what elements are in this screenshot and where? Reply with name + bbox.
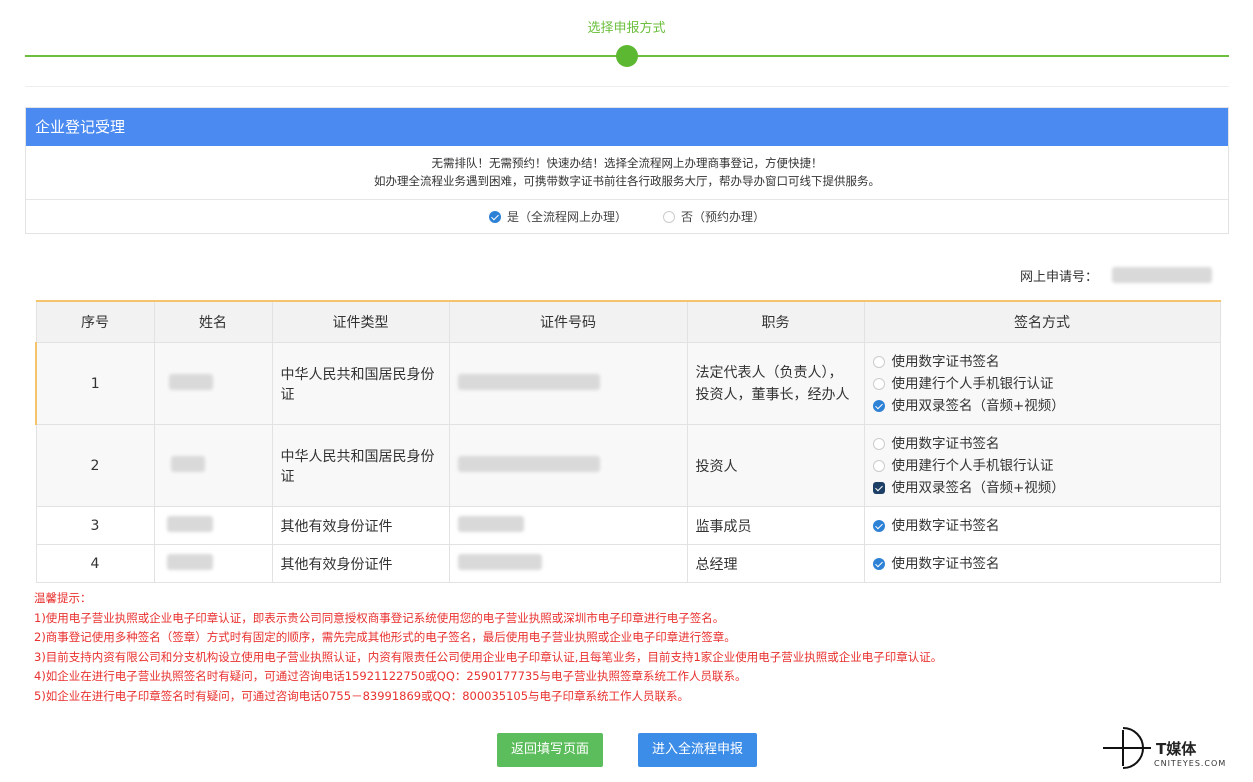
radio-unchecked-icon (663, 210, 675, 223)
step-dot[interactable] (616, 45, 638, 67)
radio-unchecked-icon (872, 377, 885, 390)
tips-box: 温馨提示： 1)使用电子营业执照或企业电子印章认证，即表示贵公司同意授权商事登记… (34, 589, 942, 706)
watermark-logo: T媒体 CNITEYES.COM (1103, 722, 1248, 777)
row-id-type: 其他有效身份证件 (271, 544, 450, 583)
row-sign-method: 使用数字证书签名 使用建行个人手机银行认证 使用双录签名（音频+视频） (863, 424, 1221, 507)
row-sign-method: 使用数字证书签名 (863, 544, 1221, 583)
radio-label: 是（全流程网上办理） (506, 210, 627, 224)
radio-unchecked-icon (872, 459, 885, 472)
sign-label: 使用建行个人手机银行认证 (891, 375, 1054, 392)
row-id-number (448, 342, 688, 425)
tip-line: 3)目前支持内资有限公司和分支机构设立使用电子营业执照认证，内资有限责任公司使用… (34, 649, 943, 664)
name-redacted (170, 455, 205, 472)
row-id-number (448, 544, 688, 583)
header-name: 姓名 (153, 300, 273, 343)
row-position: 投资人 (686, 424, 865, 507)
row-id-type: 其他有效身份证件 (271, 506, 450, 545)
apply-number-label: 网上申请号： (1020, 270, 1099, 285)
process-mode-radio-group: 是（全流程网上办理） 否（预约办理） (26, 200, 1228, 233)
step-title: 选择申报方式 (587, 21, 666, 36)
header-no: 序号 (35, 300, 155, 343)
table-row: 1 中华人民共和国居民身份证 法定代表人（负责人），投资人，董事长，经办人 使用… (35, 342, 1221, 425)
radio-full-online[interactable]: 是（全流程网上办理） (488, 208, 627, 225)
header-id-number: 证件号码 (448, 300, 688, 343)
id-number-redacted (457, 455, 600, 472)
id-number-redacted (457, 553, 542, 570)
table-row: 2 中华人民共和国居民身份证 投资人 使用数字证书签名 使用建行个人手机银行认证… (35, 424, 1221, 507)
radio-checked-icon (488, 210, 501, 223)
radio-checked-icon (872, 557, 885, 570)
row-id-number (448, 506, 688, 545)
radio-checked-icon (872, 519, 885, 532)
row-sign-method: 使用数字证书签名 使用建行个人手机银行认证 使用双录签名（音频+视频） (863, 342, 1221, 425)
sign-label: 使用数字证书签名 (891, 435, 1000, 452)
logo-subtext: CNITEYES.COM (1154, 759, 1227, 768)
header-sign-method: 签名方式 (863, 300, 1221, 343)
radio-appointment[interactable]: 否（预约办理） (663, 208, 765, 225)
sign-label: 使用双录签名（音频+视频） (891, 479, 1065, 496)
row-no: 4 (35, 544, 155, 583)
row-no: 1 (35, 342, 155, 425)
enterprise-registration-panel: 企业登记受理 无需排队！无需预约！快速办结！选择全流程网上办理商事登记，方便快捷… (25, 107, 1229, 234)
row-name (153, 424, 273, 507)
name-redacted (166, 553, 213, 570)
radio-unchecked-icon (872, 437, 885, 450)
sign-label: 使用双录签名（音频+视频） (891, 397, 1065, 414)
header-position: 职务 (686, 300, 865, 343)
radio-label: 否（预约办理） (681, 210, 766, 224)
id-number-redacted (457, 373, 600, 390)
sign-option-digital-cert[interactable]: 使用数字证书签名 (872, 553, 1212, 575)
back-to-form-button[interactable]: 返回填写页面 (497, 733, 603, 767)
tip-line: 2)商事登记使用多种签名（签章）方式时有固定的顺序，需先完成其他形式的电子签名，… (34, 630, 736, 644)
checkbox-checked-icon (872, 481, 885, 494)
logo-text: T媒体 (1156, 740, 1197, 758)
tip-line: 1)使用电子营业执照或企业电子印章认证，即表示贵公司同意授权商事登记系统使用您的… (34, 610, 725, 625)
id-number-redacted (457, 515, 524, 532)
header-id-type: 证件类型 (271, 300, 450, 343)
radio-checked-icon (872, 399, 885, 412)
row-name (153, 544, 273, 583)
table-row: 3 其他有效身份证件 监事成员 使用数字证书签名 (35, 506, 1221, 545)
row-no: 2 (35, 424, 155, 507)
t-media-logo-icon (1103, 727, 1151, 769)
name-redacted (168, 373, 213, 390)
row-name (153, 342, 273, 425)
table-header-row: 序号 姓名 证件类型 证件号码 职务 签名方式 (35, 300, 1221, 343)
info-line-1: 无需排队！无需预约！快速办结！选择全流程网上办理商事登记，方便快捷！ (431, 156, 823, 170)
row-position: 监事成员 (686, 506, 865, 545)
row-position: 法定代表人（负责人），投资人，董事长，经办人 (686, 342, 865, 425)
apply-number-redacted (1112, 267, 1212, 283)
enter-full-process-button[interactable]: 进入全流程申报 (638, 733, 757, 767)
panel-title: 企业登记受理 (26, 108, 1228, 146)
row-no: 3 (35, 506, 155, 545)
info-line-2: 如办理全流程业务遇到困难，可携带数字证书前往各行政服务大厅，帮办导办窗口可线下提… (374, 174, 880, 188)
row-sign-method: 使用数字证书签名 (863, 506, 1221, 545)
row-id-type: 中华人民共和国居民身份证 (271, 342, 450, 425)
sign-option-ccb-mobile[interactable]: 使用建行个人手机银行认证 (872, 373, 1212, 395)
tip-line: 4)如企业在进行电子营业执照签名时有疑问，可通过咨询电话15921122750或… (34, 669, 747, 683)
name-redacted (166, 515, 213, 532)
sign-option-digital-cert[interactable]: 使用数字证书签名 (872, 351, 1212, 373)
table-row: 4 其他有效身份证件 总经理 使用数字证书签名 (35, 544, 1221, 583)
sign-label: 使用数字证书签名 (891, 517, 1000, 534)
panel-info: 无需排队！无需预约！快速办结！选择全流程网上办理商事登记，方便快捷！ 如办理全流… (26, 146, 1228, 200)
step-divider (25, 86, 1229, 87)
sign-option-dual-record[interactable]: 使用双录签名（音频+视频） (872, 477, 1212, 499)
sign-option-ccb-mobile[interactable]: 使用建行个人手机银行认证 (872, 455, 1212, 477)
sign-option-dual-record[interactable]: 使用双录签名（音频+视频） (872, 395, 1212, 417)
radio-unchecked-icon (872, 355, 885, 368)
sign-option-digital-cert[interactable]: 使用数字证书签名 (872, 433, 1212, 455)
row-id-type: 中华人民共和国居民身份证 (271, 424, 450, 507)
row-id-number (448, 424, 688, 507)
tip-line: 5)如企业在进行电子印章签名时有疑问，可通过咨询电话0755－83991869或… (34, 688, 690, 703)
signatories-table: 序号 姓名 证件类型 证件号码 职务 签名方式 1 中华人民共和国居民身份证 法… (35, 300, 1221, 583)
sign-option-digital-cert[interactable]: 使用数字证书签名 (872, 515, 1212, 537)
tips-title: 温馨提示： (34, 591, 92, 605)
sign-label: 使用数字证书签名 (891, 353, 1000, 370)
row-name (153, 506, 273, 545)
sign-label: 使用数字证书签名 (891, 555, 1000, 572)
sign-label: 使用建行个人手机银行认证 (891, 457, 1054, 474)
row-position: 总经理 (686, 544, 865, 583)
